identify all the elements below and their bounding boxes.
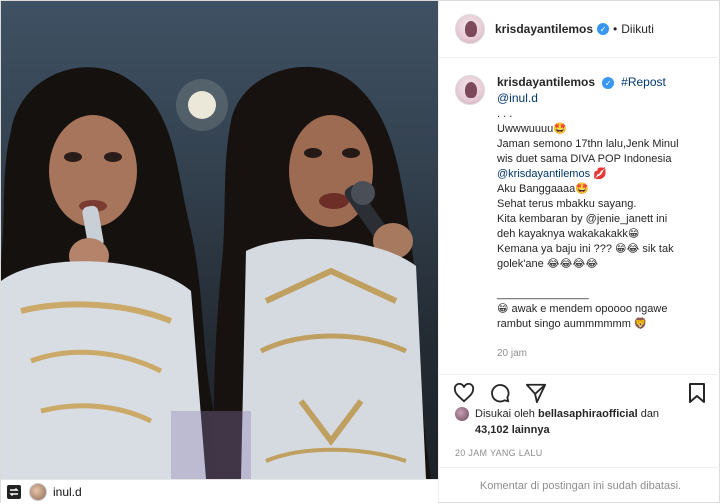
caption-ellipsis: . . . [497, 108, 513, 120]
caption-line: wis duet sama DIVA POP Indonesia [497, 153, 672, 165]
likes-count[interactable]: 43,102 lainnya [475, 424, 550, 436]
caption-line: deh kayaknya wakakakakk😁 [497, 228, 640, 240]
follow-status-button[interactable]: Diikuti [621, 22, 654, 36]
verified-badge-icon: ✓ [602, 77, 615, 90]
heart-icon [453, 382, 475, 402]
likes-and: dan [637, 408, 660, 420]
post-sidebar: krisdayantilemos ✓ • Diikuti krisdayanti… [438, 1, 720, 504]
likes-prefix: Disukai oleh [475, 408, 538, 420]
action-bar [439, 374, 720, 410]
comment-button[interactable] [487, 380, 513, 406]
comments-disabled-notice: Komentar di postingan ini sudah dibatasi… [439, 467, 720, 504]
caption-line: Aku Banggaaaa🤩 [497, 183, 589, 195]
caption-divider: _______________ [497, 288, 589, 300]
repost-avatar[interactable] [29, 483, 47, 501]
caption-line: Uwwwuuuu🤩 [497, 123, 567, 135]
liker-username[interactable]: bellasaphiraofficial [538, 408, 638, 420]
verified-badge-icon: ✓ [597, 23, 610, 35]
caption-age: 20 jam [497, 348, 528, 359]
posted-time[interactable]: 20 JAM YANG LALU [455, 448, 543, 458]
caption-line: 😁 awak e mendem opoooo ngawe [497, 303, 668, 315]
likes-text: Disukai oleh bellasaphiraofficial dan 43… [475, 406, 659, 438]
likes-summary: Disukai oleh bellasaphiraofficial dan 43… [439, 406, 720, 438]
comments-section: krisdayantilemos ✓ #Repost @inul.d . . .… [439, 59, 720, 364]
liker-avatar[interactable] [455, 407, 469, 421]
share-button[interactable] [523, 380, 549, 406]
caption-line: rambut singo aummmmmm 🦁 [497, 318, 648, 330]
repost-credit-bar: inul.d [1, 479, 438, 504]
photo-illustration [1, 66, 431, 479]
caption-author-username[interactable]: krisdayantilemos [497, 75, 595, 89]
author-username[interactable]: krisdayantilemos [495, 22, 593, 36]
like-button[interactable] [451, 380, 477, 406]
repost-icon [5, 483, 23, 501]
bookmark-icon [689, 382, 705, 403]
caption: krisdayantilemos ✓ #Repost @inul.d . . .… [455, 75, 708, 361]
separator-dot: • [613, 22, 618, 36]
caption-line [497, 272, 708, 287]
caption-line: Kita kembaran by @jenie_janett ini [497, 213, 668, 225]
caption-line: Jaman semono 17thn lalu,Jenk Minul [497, 138, 679, 150]
caption-line: Sehat terus mbakku sayang. [497, 198, 637, 210]
caption-line: Kemana ya baju ini ??? 😁😂 sik tak [497, 243, 674, 255]
repost-username[interactable]: inul.d [53, 485, 82, 499]
instagram-post: inul.d krisdayantilemos ✓ • Diikuti kris… [0, 0, 720, 504]
caption-body: krisdayantilemos ✓ #Repost @inul.d . . .… [497, 75, 708, 361]
post-photo[interactable] [1, 1, 438, 479]
author-avatar[interactable] [455, 14, 485, 44]
save-button[interactable] [684, 380, 710, 406]
share-icon [525, 383, 547, 403]
post-header: krisdayantilemos ✓ • Diikuti [439, 1, 720, 58]
caption-author-avatar[interactable] [455, 75, 485, 105]
comment-icon [491, 383, 510, 402]
caption-line: golek'ane 😂😂😂😂 [497, 258, 599, 270]
caption-line-mention[interactable]: @krisdayantilemos 💋 [497, 167, 708, 182]
